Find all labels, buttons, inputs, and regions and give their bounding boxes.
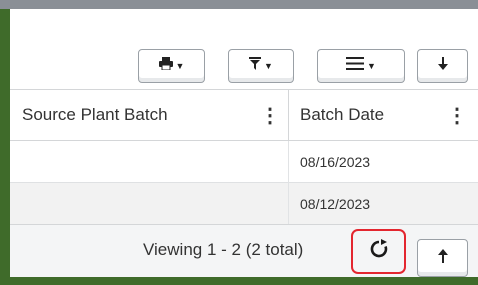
print-icon	[158, 57, 173, 75]
columns-menu-button[interactable]: ▼	[317, 49, 405, 83]
table-header-row: Source Plant Batch ⋮ Batch Date ⋮	[10, 89, 478, 141]
top-window-strip	[0, 0, 478, 9]
column-divider	[288, 141, 289, 183]
arrow-up-icon	[437, 248, 448, 268]
column-divider	[288, 90, 289, 140]
column-header-source-plant-batch[interactable]: Source Plant Batch	[22, 90, 168, 140]
download-icon	[437, 56, 448, 76]
grid-toolbar: ▼ ▼ ▼	[10, 9, 478, 89]
grid-footer: Viewing 1 - 2 (2 total)	[10, 224, 478, 277]
batch-date-cell: 08/12/2023	[300, 196, 371, 212]
grid-panel: ▼ ▼ ▼ Source Plant Batch ⋮ Batch Date ⋮ …	[10, 9, 478, 277]
chevron-down-icon: ▼	[264, 61, 273, 71]
bottom-frame-strip	[0, 277, 478, 285]
download-button[interactable]	[417, 49, 468, 83]
table-row[interactable]: 08/16/2023	[10, 141, 478, 183]
refresh-icon	[369, 239, 389, 264]
column-header-batch-date[interactable]: Batch Date	[300, 90, 384, 140]
columns-menu-icon	[346, 57, 365, 75]
chevron-down-icon: ▼	[175, 61, 185, 71]
filter-icon	[249, 57, 262, 75]
refresh-button[interactable]	[351, 229, 406, 274]
print-button[interactable]: ▼	[138, 49, 205, 83]
table-row[interactable]: 08/12/2023	[10, 183, 478, 225]
pagination-summary: Viewing 1 - 2 (2 total)	[143, 240, 304, 259]
column-menu-icon[interactable]: ⋮	[447, 90, 467, 140]
chevron-down-icon: ▼	[367, 61, 376, 71]
column-divider	[288, 183, 289, 225]
scroll-to-top-button[interactable]	[417, 239, 468, 277]
column-menu-icon[interactable]: ⋮	[260, 90, 280, 140]
batch-date-cell: 08/16/2023	[300, 154, 371, 170]
filter-button[interactable]: ▼	[228, 49, 294, 83]
